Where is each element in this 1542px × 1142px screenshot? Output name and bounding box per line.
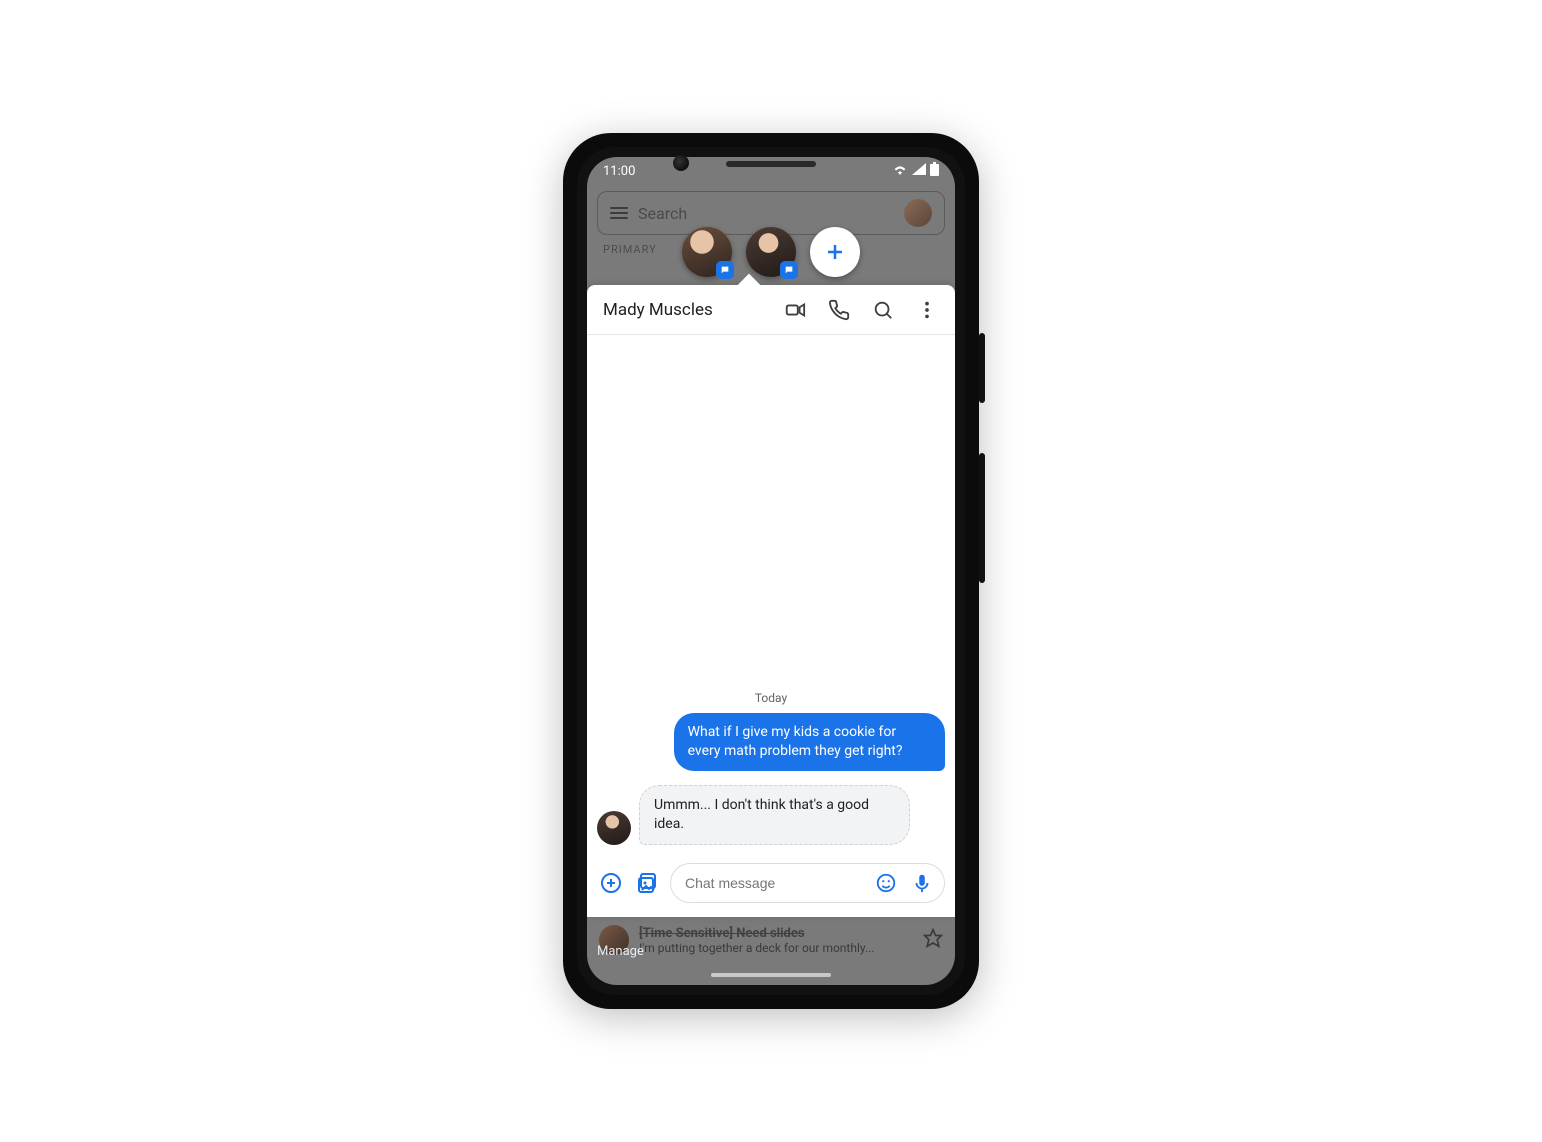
battery-icon	[930, 162, 939, 180]
compose-bar	[587, 853, 955, 917]
messages-app-badge-icon	[780, 261, 798, 279]
sender-avatar-icon[interactable]	[597, 811, 631, 845]
phone-screen: 11:00 Search	[587, 157, 955, 985]
emoji-button[interactable]	[870, 867, 902, 899]
volume-buttons[interactable]	[979, 453, 985, 583]
conversation-title: Mady Muscles	[603, 300, 771, 320]
conversation-body[interactable]: Today What if I give my kids a cookie fo…	[587, 335, 955, 853]
video-call-button[interactable]	[775, 290, 815, 330]
message-outgoing[interactable]: What if I give my kids a cookie for ever…	[674, 713, 945, 771]
phone-call-button[interactable]	[819, 290, 859, 330]
search-placeholder-text: Search	[638, 204, 687, 223]
compose-field[interactable]	[670, 863, 945, 903]
home-indicator[interactable]	[711, 973, 831, 977]
new-bubble-button[interactable]	[810, 227, 860, 277]
wifi-icon	[892, 163, 908, 179]
add-attachment-button[interactable]	[597, 868, 626, 898]
gallery-button[interactable]	[634, 868, 663, 898]
conversation-header: Mady Muscles	[587, 285, 955, 335]
message-incoming[interactable]: Ummm... I don't think that's a good idea…	[639, 785, 910, 845]
voice-input-button[interactable]	[906, 867, 938, 899]
more-options-button[interactable]	[907, 290, 947, 330]
hamburger-icon	[610, 207, 628, 219]
star-icon	[923, 928, 943, 952]
manage-bubbles-button[interactable]: Manage	[597, 944, 644, 959]
phone-front-camera	[673, 155, 689, 171]
email-snippet: I'm putting together a deck for our mont…	[639, 941, 913, 955]
phone-frame: 11:00 Search	[563, 133, 979, 1009]
power-button[interactable]	[979, 333, 985, 403]
chat-bubbles-row	[587, 227, 955, 277]
email-subject: [Time Sensitive] Need slides	[639, 926, 913, 941]
day-separator: Today	[597, 691, 945, 705]
chat-bubble-contact-1[interactable]	[682, 227, 732, 277]
messages-app-badge-icon	[716, 261, 734, 279]
chat-bubble-contact-mady[interactable]	[746, 227, 796, 277]
cellular-icon	[912, 163, 926, 179]
compose-input[interactable]	[685, 875, 866, 891]
search-conversation-button[interactable]	[863, 290, 903, 330]
conversation-card: Mady Muscles Today Wh	[587, 285, 955, 917]
status-time: 11:00	[603, 164, 635, 179]
account-avatar-icon	[904, 199, 932, 227]
phone-speaker	[726, 161, 816, 167]
